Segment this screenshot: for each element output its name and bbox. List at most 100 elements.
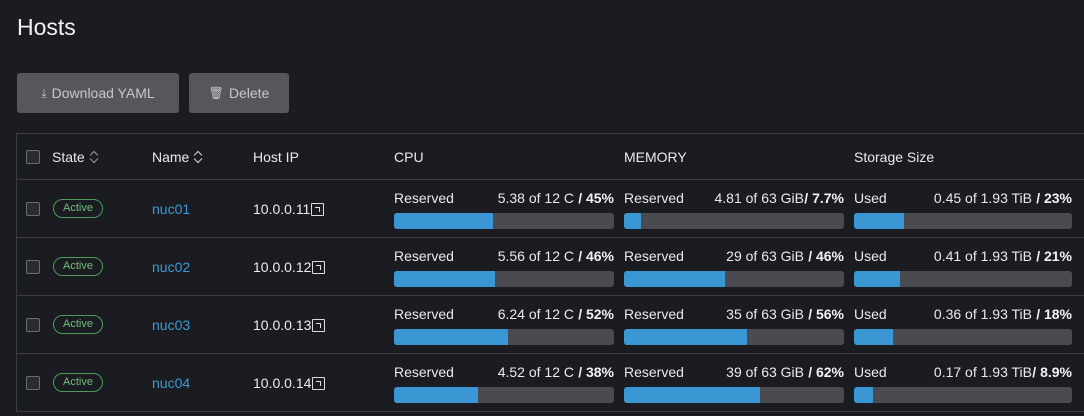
cpu-metric: Reserved 4.52 of 12 C / 38% [394, 354, 614, 411]
column-header-name[interactable]: Name [152, 134, 202, 179]
column-header-storage: Storage Size [854, 134, 1072, 179]
cpu-metric-percent: / 52% [578, 306, 614, 322]
host-ip: 10.0.0.14 [253, 374, 312, 391]
cpu-progress-bar [394, 387, 614, 403]
copy-icon[interactable] [311, 203, 325, 216]
storage-metric-percent: / 21% [1036, 248, 1072, 264]
status-badge: Active [53, 199, 103, 218]
sort-icon [90, 151, 98, 163]
host-ip: 10.0.0.12 [253, 258, 312, 275]
column-header-host-ip: Host IP [253, 134, 299, 179]
cpu-metric: Reserved 5.56 of 12 C / 46% [394, 238, 614, 295]
memory-progress-fill [624, 387, 761, 403]
cpu-progress-bar [394, 271, 614, 287]
memory-metric: Reserved 29 of 63 GiB / 46% [624, 238, 844, 295]
download-yaml-label: Download YAML [51, 85, 155, 101]
cpu-metric: Reserved 5.38 of 12 C / 45% [394, 180, 614, 237]
storage-progress-fill [854, 213, 905, 229]
storage-progress-bar [854, 271, 1072, 287]
cpu-metric: Reserved 6.24 of 12 C / 52% [394, 296, 614, 353]
table-row: Active nuc02 10.0.0.12 Reserved 5.56 of … [17, 237, 1084, 295]
storage-metric-value: 0.17 of 1.93 TiB [933, 364, 1032, 380]
column-header-state[interactable]: State [52, 134, 98, 179]
status-badge: Active [53, 315, 103, 334]
table-row: Active nuc01 10.0.0.11 Reserved 5.38 of … [17, 179, 1084, 237]
cpu-metric-value: 4.52 of 12 C [497, 364, 574, 380]
cpu-metric-value: 6.24 of 12 C [497, 306, 574, 322]
host-ip-header-label: Host IP [253, 148, 299, 165]
cpu-progress-fill [394, 271, 496, 287]
memory-metric-percent: / 56% [808, 306, 844, 322]
cpu-metric-value: 5.56 of 12 C [497, 248, 574, 264]
row-checkbox[interactable] [26, 201, 40, 216]
memory-progress-bar [624, 329, 844, 345]
memory-header-label: MEMORY [624, 148, 687, 165]
storage-metric-value: 0.41 of 1.93 TiB [933, 248, 1032, 264]
memory-progress-fill [624, 271, 726, 287]
host-ip: 10.0.0.11 [253, 200, 311, 217]
host-name-link[interactable]: nuc01 [152, 201, 190, 217]
row-checkbox[interactable] [26, 259, 40, 274]
storage-metric-percent: / 23% [1036, 190, 1072, 206]
storage-metric: Used 0.17 of 1.93 TiB / 8.9% [854, 354, 1072, 411]
cpu-metric-percent: / 38% [578, 364, 614, 380]
storage-header-label: Storage Size [854, 148, 935, 165]
download-yaml-button[interactable]: ⤓ Download YAML [17, 73, 179, 113]
storage-metric: Used 0.45 of 1.93 TiB / 23% [854, 180, 1072, 237]
storage-metric-percent: / 8.9% [1032, 364, 1072, 380]
host-name-link[interactable]: nuc03 [152, 317, 190, 333]
trash-icon: 🗑 [208, 86, 224, 100]
memory-metric-value: 39 of 63 GiB [726, 364, 804, 380]
cpu-progress-fill [394, 213, 493, 229]
storage-metric-percent: / 18% [1036, 306, 1072, 322]
host-name-link[interactable]: nuc04 [152, 375, 190, 391]
copy-icon[interactable] [312, 377, 326, 390]
hosts-table: State Name Host IP CPU MEMORY Storage Si… [16, 133, 1084, 412]
delete-button[interactable]: 🗑 Delete [189, 73, 289, 113]
memory-progress-fill [624, 329, 748, 345]
storage-metric: Used 0.36 of 1.93 TiB / 18% [854, 296, 1072, 353]
memory-metric-label: Reserved [624, 190, 684, 206]
name-header-label: Name [152, 148, 190, 165]
storage-progress-fill [854, 387, 874, 403]
row-checkbox[interactable] [26, 317, 40, 332]
storage-progress-bar [854, 387, 1072, 403]
storage-metric-label: Used [854, 248, 887, 264]
column-header-memory: MEMORY [624, 134, 844, 179]
cpu-metric-label: Reserved [394, 306, 454, 322]
memory-metric: Reserved 39 of 63 GiB / 62% [624, 354, 844, 411]
memory-metric-value: 29 of 63 GiB [726, 248, 804, 264]
column-header-cpu: CPU [394, 134, 614, 179]
host-ip: 10.0.0.13 [253, 316, 312, 333]
status-badge: Active [53, 373, 103, 392]
toolbar: ⤓ Download YAML 🗑 Delete [17, 73, 289, 113]
row-checkbox[interactable] [26, 375, 40, 390]
storage-progress-fill [854, 329, 894, 345]
storage-metric: Used 0.41 of 1.93 TiB / 21% [854, 238, 1072, 295]
memory-progress-fill [624, 213, 641, 229]
state-header-label: State [52, 148, 85, 165]
storage-progress-bar [854, 213, 1072, 229]
storage-metric-label: Used [854, 306, 887, 322]
memory-metric-percent: / 46% [808, 248, 844, 264]
table-header: State Name Host IP CPU MEMORY Storage Si… [17, 134, 1084, 179]
cpu-progress-fill [394, 387, 478, 403]
select-all-checkbox[interactable] [26, 149, 40, 164]
storage-progress-bar [854, 329, 1072, 345]
cpu-header-label: CPU [394, 148, 424, 165]
cpu-progress-bar [394, 329, 614, 345]
memory-metric-value: 35 of 63 GiB [726, 306, 804, 322]
memory-metric-percent: / 62% [808, 364, 844, 380]
memory-metric-value: 4.81 of 63 GiB [714, 190, 804, 206]
cpu-metric-label: Reserved [394, 190, 454, 206]
storage-progress-fill [854, 271, 900, 287]
memory-metric: Reserved 35 of 63 GiB / 56% [624, 296, 844, 353]
table-row: Active nuc04 10.0.0.14 Reserved 4.52 of … [17, 353, 1084, 411]
memory-metric: Reserved 4.81 of 63 GiB / 7.7% [624, 180, 844, 237]
copy-icon[interactable] [312, 319, 326, 332]
download-icon: ⤓ [41, 85, 47, 100]
host-name-link[interactable]: nuc02 [152, 259, 190, 275]
cpu-metric-label: Reserved [394, 248, 454, 264]
cpu-progress-bar [394, 213, 614, 229]
copy-icon[interactable] [312, 261, 326, 274]
